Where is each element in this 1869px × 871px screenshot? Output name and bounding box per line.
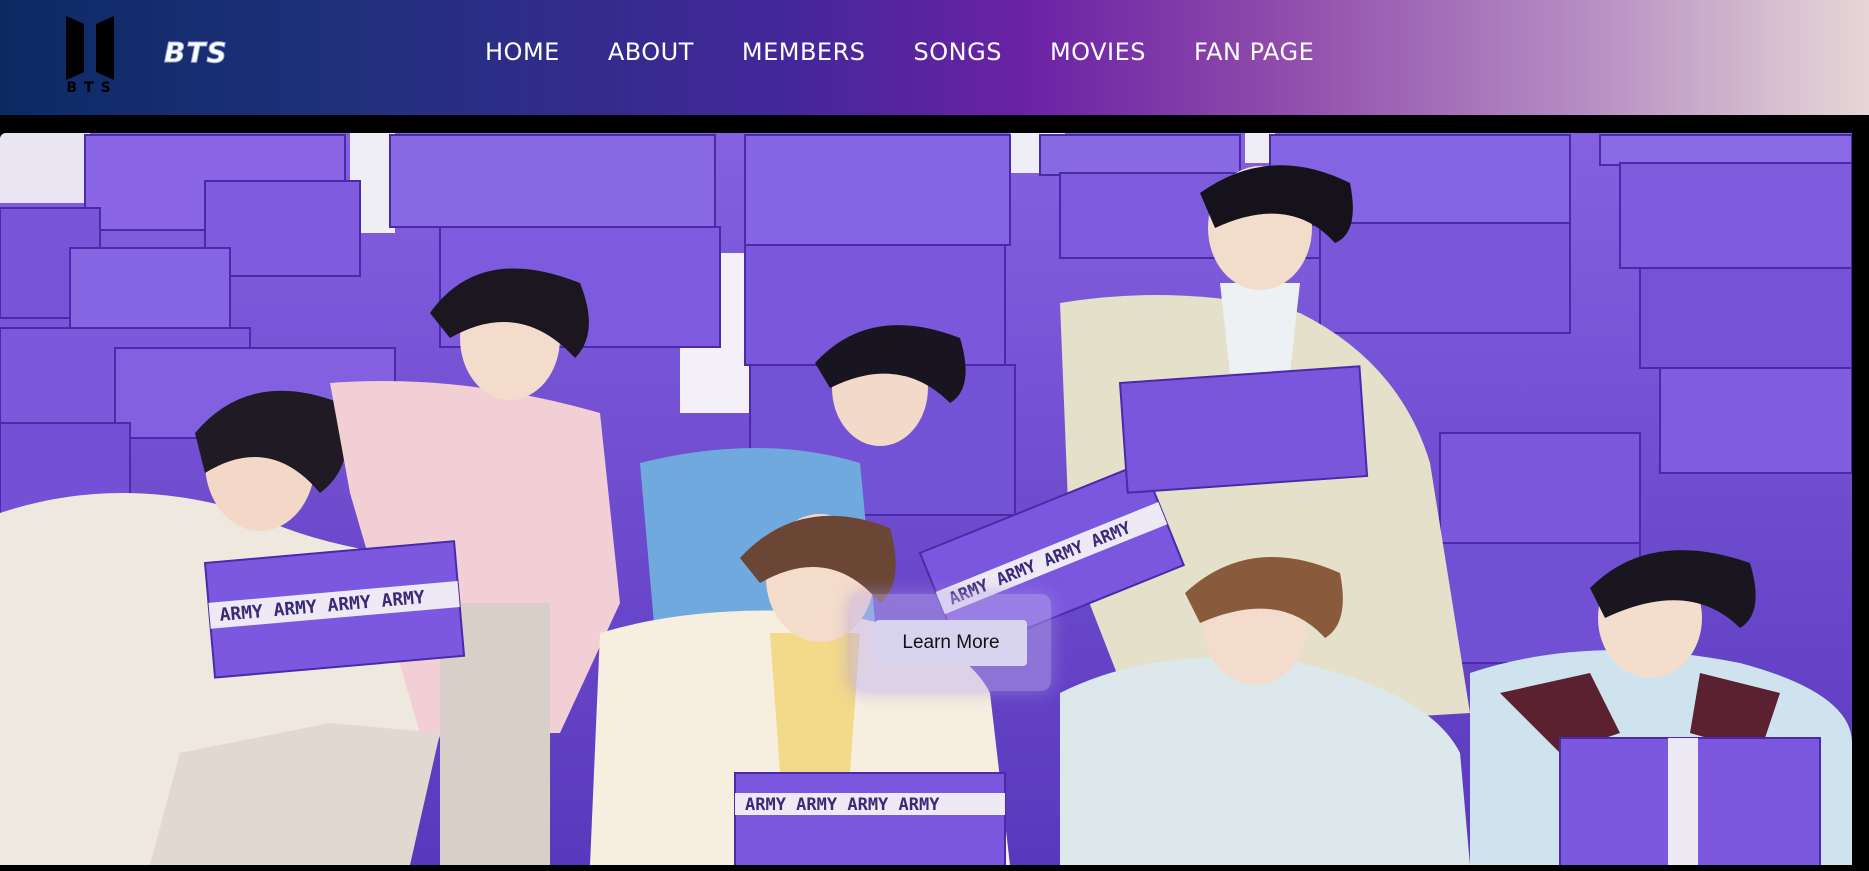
nav-songs[interactable]: SONGS: [914, 38, 1002, 66]
top-navbar: BTS BTS HOME ABOUT MEMBERS SONGS MOVIES …: [0, 0, 1869, 115]
logo-letters: BTS: [66, 80, 118, 96]
learn-more-panel: Learn More: [851, 594, 1051, 691]
brand-name[interactable]: BTS: [164, 36, 228, 70]
bts-door-logo-icon: [66, 16, 114, 80]
nav-members[interactable]: MEMBERS: [742, 38, 866, 66]
box-print-front: ARMY ARMY ARMY ARMY: [745, 795, 940, 815]
nav-home[interactable]: HOME: [485, 38, 560, 66]
hero-photo: ARMY ARMY ARMY ARMY ARMY ARMY ARMY ARMY …: [0, 133, 1852, 865]
nav-movies[interactable]: MOVIES: [1050, 38, 1146, 66]
nav-fan-page[interactable]: FAN PAGE: [1194, 38, 1314, 66]
main-nav: HOME ABOUT MEMBERS SONGS MOVIES FAN PAGE: [485, 38, 1362, 66]
nav-about[interactable]: ABOUT: [608, 38, 694, 66]
bts-logo[interactable]: BTS: [62, 10, 118, 96]
hero-banner: ARMY ARMY ARMY ARMY ARMY ARMY ARMY ARMY …: [0, 133, 1852, 865]
learn-more-button[interactable]: Learn More: [875, 620, 1027, 666]
